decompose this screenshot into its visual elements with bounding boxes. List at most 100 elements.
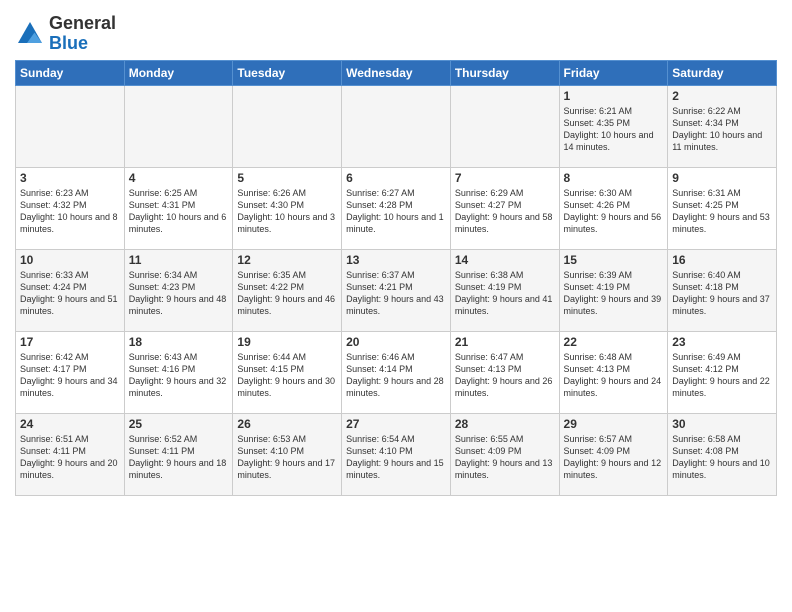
day-info: Sunrise: 6:37 AM Sunset: 4:21 PM Dayligh… <box>346 269 446 318</box>
calendar-cell: 30 Sunrise: 6:58 AM Sunset: 4:08 PM Dayli… <box>668 413 777 495</box>
day-number: 27 <box>346 417 446 431</box>
logo: General Blue <box>15 14 116 54</box>
calendar-cell: 10 Sunrise: 6:33 AM Sunset: 4:24 PM Dayli… <box>16 249 125 331</box>
day-info: Sunrise: 6:25 AM Sunset: 4:31 PM Dayligh… <box>129 187 229 236</box>
day-info: Sunrise: 6:51 AM Sunset: 4:11 PM Dayligh… <box>20 433 120 482</box>
day-number: 23 <box>672 335 772 349</box>
day-info: Sunrise: 6:29 AM Sunset: 4:27 PM Dayligh… <box>455 187 555 236</box>
calendar-cell: 15Sunrise: 6:39 AM Sunset: 4:19 PM Dayli… <box>559 249 668 331</box>
week-row-5: 24 Sunrise: 6:51 AM Sunset: 4:11 PM Dayli… <box>16 413 777 495</box>
page-container: General Blue SundayMondayTuesdayWednesda… <box>0 0 792 506</box>
calendar-cell: 16Sunrise: 6:40 AM Sunset: 4:18 PM Dayli… <box>668 249 777 331</box>
day-info: Sunrise: 6:57 AM Sunset: 4:09 PM Dayligh… <box>564 433 664 482</box>
day-info: Sunrise: 6:40 AM Sunset: 4:18 PM Dayligh… <box>672 269 772 318</box>
calendar-cell: 26 Sunrise: 6:53 AM Sunset: 4:10 PM Dayli… <box>233 413 342 495</box>
calendar-cell: 12 Sunrise: 6:35 AM Sunset: 4:22 PM Dayli… <box>233 249 342 331</box>
weekday-header-thursday: Thursday <box>450 60 559 85</box>
day-info: Sunrise: 6:55 AM Sunset: 4:09 PM Dayligh… <box>455 433 555 482</box>
day-info: Sunrise: 6:21 AM Sunset: 4:35 PM Dayligh… <box>564 105 664 154</box>
calendar-cell: 21Sunrise: 6:47 AM Sunset: 4:13 PM Dayli… <box>450 331 559 413</box>
day-info: Sunrise: 6:47 AM Sunset: 4:13 PM Dayligh… <box>455 351 555 400</box>
week-row-4: 17 Sunrise: 6:42 AM Sunset: 4:17 PM Dayli… <box>16 331 777 413</box>
day-info: Sunrise: 6:22 AM Sunset: 4:34 PM Dayligh… <box>672 105 772 154</box>
day-number: 11 <box>129 253 229 267</box>
calendar-cell: 25Sunrise: 6:52 AM Sunset: 4:11 PM Dayli… <box>124 413 233 495</box>
day-info: Sunrise: 6:53 AM Sunset: 4:10 PM Dayligh… <box>237 433 337 482</box>
calendar-cell: 6 Sunrise: 6:27 AM Sunset: 4:28 PM Daylig… <box>342 167 451 249</box>
day-number: 13 <box>346 253 446 267</box>
day-number: 9 <box>672 171 772 185</box>
calendar-cell: 13 Sunrise: 6:37 AM Sunset: 4:21 PM Dayli… <box>342 249 451 331</box>
day-number: 26 <box>237 417 337 431</box>
calendar-cell <box>124 85 233 167</box>
day-number: 14 <box>455 253 555 267</box>
day-number: 25 <box>129 417 229 431</box>
calendar-cell: 11Sunrise: 6:34 AM Sunset: 4:23 PM Dayli… <box>124 249 233 331</box>
day-number: 2 <box>672 89 772 103</box>
day-number: 20 <box>346 335 446 349</box>
calendar-cell: 7 Sunrise: 6:29 AM Sunset: 4:27 PM Daylig… <box>450 167 559 249</box>
weekday-header-friday: Friday <box>559 60 668 85</box>
header: General Blue <box>15 10 777 54</box>
day-number: 7 <box>455 171 555 185</box>
day-info: Sunrise: 6:48 AM Sunset: 4:13 PM Dayligh… <box>564 351 664 400</box>
day-info: Sunrise: 6:49 AM Sunset: 4:12 PM Dayligh… <box>672 351 772 400</box>
calendar-cell: 14 Sunrise: 6:38 AM Sunset: 4:19 PM Dayli… <box>450 249 559 331</box>
calendar-cell: 24 Sunrise: 6:51 AM Sunset: 4:11 PM Dayli… <box>16 413 125 495</box>
calendar-cell: 8 Sunrise: 6:30 AM Sunset: 4:26 PM Daylig… <box>559 167 668 249</box>
calendar-cell: 28 Sunrise: 6:55 AM Sunset: 4:09 PM Dayli… <box>450 413 559 495</box>
weekday-header-sunday: Sunday <box>16 60 125 85</box>
day-info: Sunrise: 6:35 AM Sunset: 4:22 PM Dayligh… <box>237 269 337 318</box>
day-number: 29 <box>564 417 664 431</box>
day-info: Sunrise: 6:26 AM Sunset: 4:30 PM Dayligh… <box>237 187 337 236</box>
calendar-cell: 9 Sunrise: 6:31 AM Sunset: 4:25 PM Daylig… <box>668 167 777 249</box>
day-number: 12 <box>237 253 337 267</box>
calendar-cell <box>233 85 342 167</box>
day-info: Sunrise: 6:44 AM Sunset: 4:15 PM Dayligh… <box>237 351 337 400</box>
calendar-cell: 5 Sunrise: 6:26 AM Sunset: 4:30 PM Daylig… <box>233 167 342 249</box>
calendar-table: SundayMondayTuesdayWednesdayThursdayFrid… <box>15 60 777 496</box>
calendar-cell: 17 Sunrise: 6:42 AM Sunset: 4:17 PM Dayli… <box>16 331 125 413</box>
weekday-header-tuesday: Tuesday <box>233 60 342 85</box>
calendar-cell <box>16 85 125 167</box>
calendar-cell: 20Sunrise: 6:46 AM Sunset: 4:14 PM Dayli… <box>342 331 451 413</box>
day-number: 10 <box>20 253 120 267</box>
calendar-cell: 27Sunrise: 6:54 AM Sunset: 4:10 PM Dayli… <box>342 413 451 495</box>
day-info: Sunrise: 6:42 AM Sunset: 4:17 PM Dayligh… <box>20 351 120 400</box>
day-number: 8 <box>564 171 664 185</box>
day-number: 18 <box>129 335 229 349</box>
day-number: 30 <box>672 417 772 431</box>
day-number: 4 <box>129 171 229 185</box>
day-number: 6 <box>346 171 446 185</box>
logo-icon <box>15 19 45 49</box>
day-info: Sunrise: 6:31 AM Sunset: 4:25 PM Dayligh… <box>672 187 772 236</box>
calendar-cell: 3 Sunrise: 6:23 AM Sunset: 4:32 PM Daylig… <box>16 167 125 249</box>
calendar-cell: 4 Sunrise: 6:25 AM Sunset: 4:31 PM Daylig… <box>124 167 233 249</box>
weekday-header-row: SundayMondayTuesdayWednesdayThursdayFrid… <box>16 60 777 85</box>
calendar-cell: 2 Sunrise: 6:22 AM Sunset: 4:34 PM Daylig… <box>668 85 777 167</box>
calendar-cell: 19 Sunrise: 6:44 AM Sunset: 4:15 PM Dayli… <box>233 331 342 413</box>
week-row-3: 10 Sunrise: 6:33 AM Sunset: 4:24 PM Dayli… <box>16 249 777 331</box>
calendar-cell: 29 Sunrise: 6:57 AM Sunset: 4:09 PM Dayli… <box>559 413 668 495</box>
calendar-cell <box>342 85 451 167</box>
day-number: 5 <box>237 171 337 185</box>
weekday-header-saturday: Saturday <box>668 60 777 85</box>
day-info: Sunrise: 6:58 AM Sunset: 4:08 PM Dayligh… <box>672 433 772 482</box>
week-row-1: 1Sunrise: 6:21 AM Sunset: 4:35 PM Daylig… <box>16 85 777 167</box>
day-number: 19 <box>237 335 337 349</box>
day-info: Sunrise: 6:43 AM Sunset: 4:16 PM Dayligh… <box>129 351 229 400</box>
day-number: 3 <box>20 171 120 185</box>
day-number: 28 <box>455 417 555 431</box>
calendar-cell: 22Sunrise: 6:48 AM Sunset: 4:13 PM Dayli… <box>559 331 668 413</box>
day-info: Sunrise: 6:30 AM Sunset: 4:26 PM Dayligh… <box>564 187 664 236</box>
calendar-cell: 1Sunrise: 6:21 AM Sunset: 4:35 PM Daylig… <box>559 85 668 167</box>
day-info: Sunrise: 6:33 AM Sunset: 4:24 PM Dayligh… <box>20 269 120 318</box>
day-number: 17 <box>20 335 120 349</box>
weekday-header-wednesday: Wednesday <box>342 60 451 85</box>
day-number: 24 <box>20 417 120 431</box>
calendar-cell: 23 Sunrise: 6:49 AM Sunset: 4:12 PM Dayli… <box>668 331 777 413</box>
day-info: Sunrise: 6:38 AM Sunset: 4:19 PM Dayligh… <box>455 269 555 318</box>
day-info: Sunrise: 6:39 AM Sunset: 4:19 PM Dayligh… <box>564 269 664 318</box>
day-info: Sunrise: 6:27 AM Sunset: 4:28 PM Dayligh… <box>346 187 446 236</box>
day-info: Sunrise: 6:23 AM Sunset: 4:32 PM Dayligh… <box>20 187 120 236</box>
